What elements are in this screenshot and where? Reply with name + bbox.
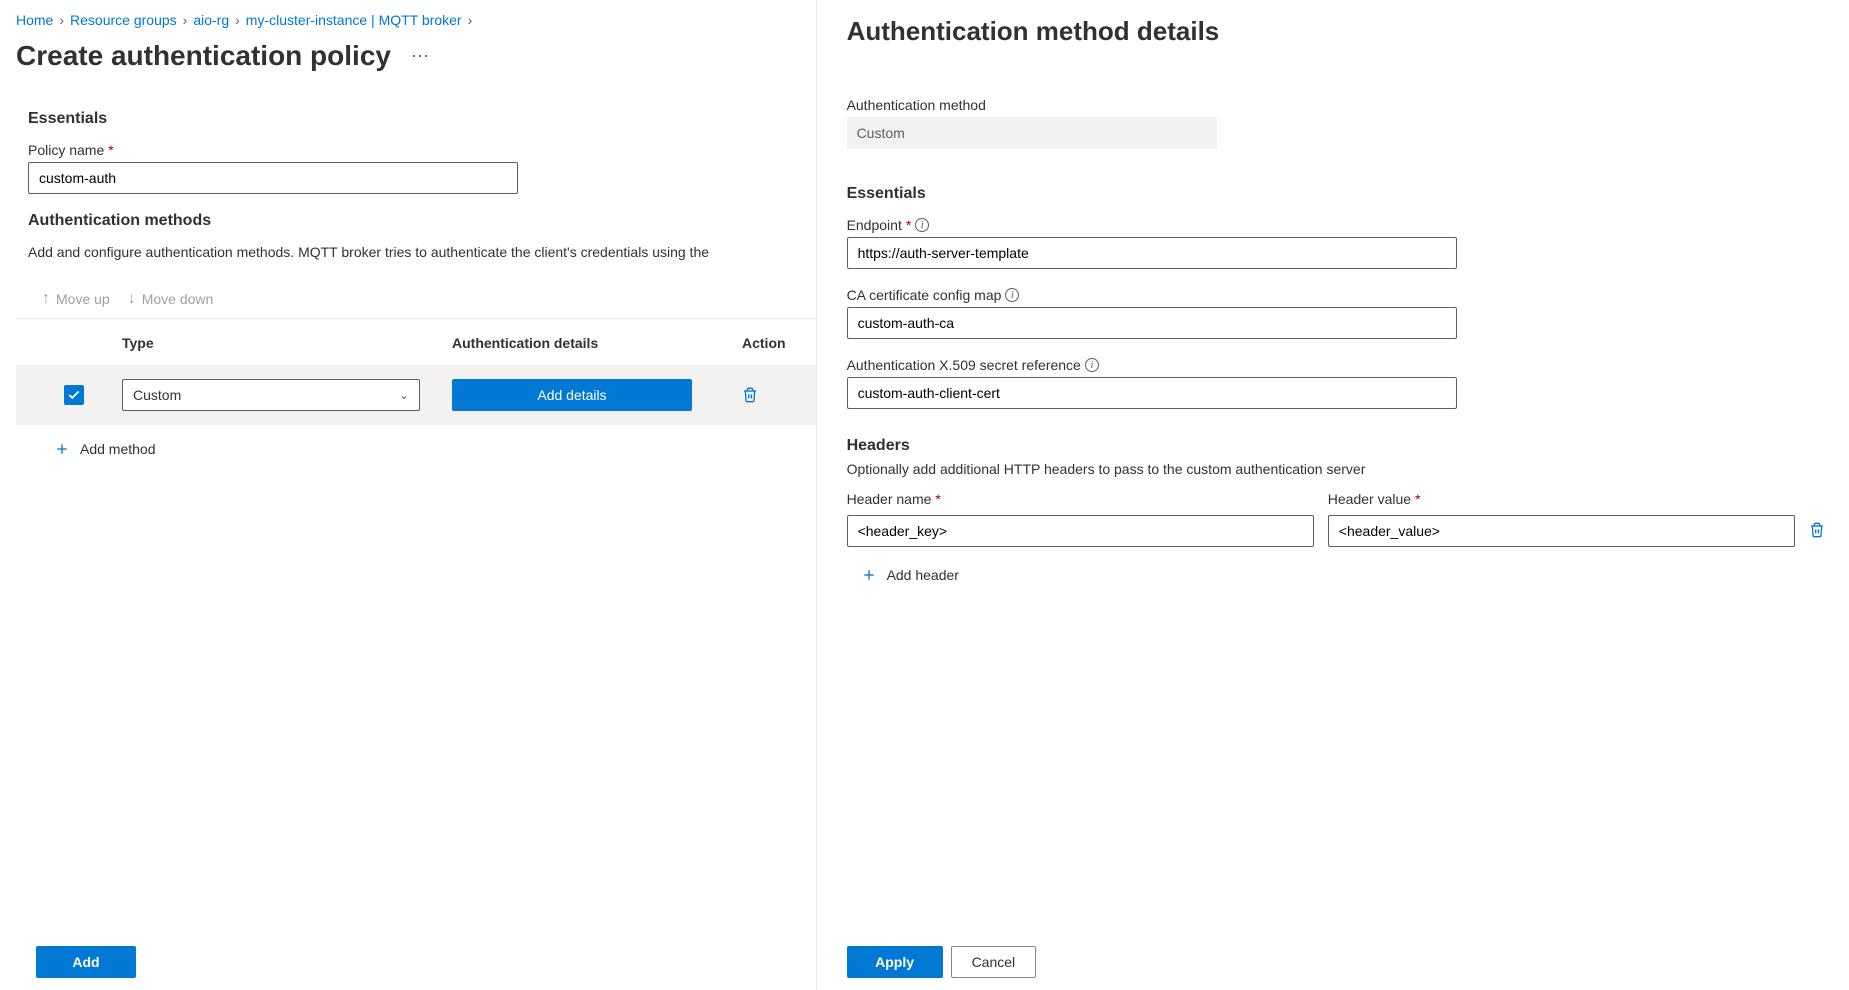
delete-header-button[interactable]	[1809, 522, 1825, 541]
more-icon[interactable]: ⋯	[407, 42, 433, 71]
auth-methods-help: Add and configure authentication methods…	[28, 244, 816, 260]
x509-input[interactable]	[847, 377, 1457, 409]
move-up-label: Move up	[56, 291, 110, 307]
required-icon: *	[935, 491, 940, 507]
x509-label: Authentication X.509 secret reference	[847, 357, 1081, 373]
apply-button[interactable]: Apply	[847, 946, 943, 978]
row-checkbox[interactable]	[64, 385, 84, 405]
column-action: Action	[742, 335, 786, 351]
required-icon: *	[1415, 491, 1420, 507]
endpoint-label: Endpoint	[847, 217, 902, 233]
breadcrumb-home[interactable]: Home	[16, 12, 53, 28]
info-icon[interactable]: i	[915, 218, 929, 232]
move-down-label: Move down	[142, 291, 214, 307]
required-icon: *	[108, 142, 113, 158]
chevron-right-icon: ›	[235, 12, 240, 28]
right-pane: Authentication method details Authentica…	[816, 0, 1849, 990]
required-icon: *	[906, 217, 911, 233]
cancel-button[interactable]: Cancel	[951, 946, 1037, 978]
policy-name-input[interactable]	[28, 162, 518, 194]
chevron-right-icon: ›	[468, 12, 473, 28]
add-details-button[interactable]: Add details	[452, 379, 692, 411]
auth-methods-heading: Authentication methods	[28, 212, 816, 230]
add-method-button[interactable]: Add method	[16, 425, 816, 457]
chevron-right-icon: ›	[59, 12, 64, 28]
arrow-down-icon: ↓	[128, 290, 136, 308]
header-value-label: Header value	[1328, 491, 1411, 507]
info-icon[interactable]: i	[1085, 358, 1099, 372]
chevron-right-icon: ›	[183, 12, 188, 28]
breadcrumb-resource-groups[interactable]: Resource groups	[70, 12, 177, 28]
ca-cert-input[interactable]	[847, 307, 1457, 339]
breadcrumb-cluster-instance[interactable]: my-cluster-instance | MQTT broker	[246, 12, 462, 28]
add-header-label: Add header	[887, 567, 959, 583]
add-header-button[interactable]: Add header	[847, 559, 1825, 583]
move-down-button[interactable]: ↓ Move down	[128, 290, 214, 308]
toolbar: ↑ Move up ↓ Move down	[16, 280, 816, 319]
column-type: Type	[122, 335, 452, 351]
type-select[interactable]: Custom ⌄	[122, 379, 420, 411]
breadcrumb-aio-rg[interactable]: aio-rg	[193, 12, 229, 28]
breadcrumb: Home › Resource groups › aio-rg › my-clu…	[16, 12, 816, 28]
page-title: Create authentication policy	[16, 40, 391, 72]
delete-row-button[interactable]	[742, 387, 758, 403]
plus-icon	[861, 567, 877, 583]
header-name-input[interactable]	[847, 515, 1314, 547]
right-essentials-heading: Essentials	[847, 185, 1825, 203]
ca-cert-label: CA certificate config map	[847, 287, 1002, 303]
column-auth-details: Authentication details	[452, 335, 742, 351]
header-value-input[interactable]	[1328, 515, 1795, 547]
info-icon[interactable]: i	[1005, 288, 1019, 302]
endpoint-input[interactable]	[847, 237, 1457, 269]
header-name-label: Header name	[847, 491, 932, 507]
policy-name-label: Policy name	[28, 142, 104, 158]
right-title: Authentication method details	[847, 16, 1825, 47]
add-method-label: Add method	[80, 441, 156, 457]
left-bottom-bar: Add	[0, 946, 816, 990]
headers-help: Optionally add additional HTTP headers t…	[847, 461, 1825, 477]
arrow-up-icon: ↑	[42, 290, 50, 308]
type-select-value: Custom	[133, 387, 181, 403]
plus-icon	[54, 441, 70, 457]
headers-row: Header name * Header value *	[847, 491, 1825, 547]
add-button[interactable]: Add	[36, 946, 136, 978]
auth-method-label: Authentication method	[847, 97, 1825, 113]
headers-heading: Headers	[847, 437, 1825, 455]
left-pane: Home › Resource groups › aio-rg › my-clu…	[0, 0, 816, 990]
auth-methods-table: Type Authentication details Action Custo…	[16, 319, 816, 457]
right-bottom-bar: Apply Cancel	[847, 946, 1825, 990]
move-up-button[interactable]: ↑ Move up	[42, 290, 110, 308]
table-row: Custom ⌄ Add details	[16, 365, 816, 425]
auth-method-readonly: Custom	[847, 117, 1217, 149]
chevron-down-icon: ⌄	[399, 388, 409, 402]
essentials-heading: Essentials	[28, 110, 816, 128]
